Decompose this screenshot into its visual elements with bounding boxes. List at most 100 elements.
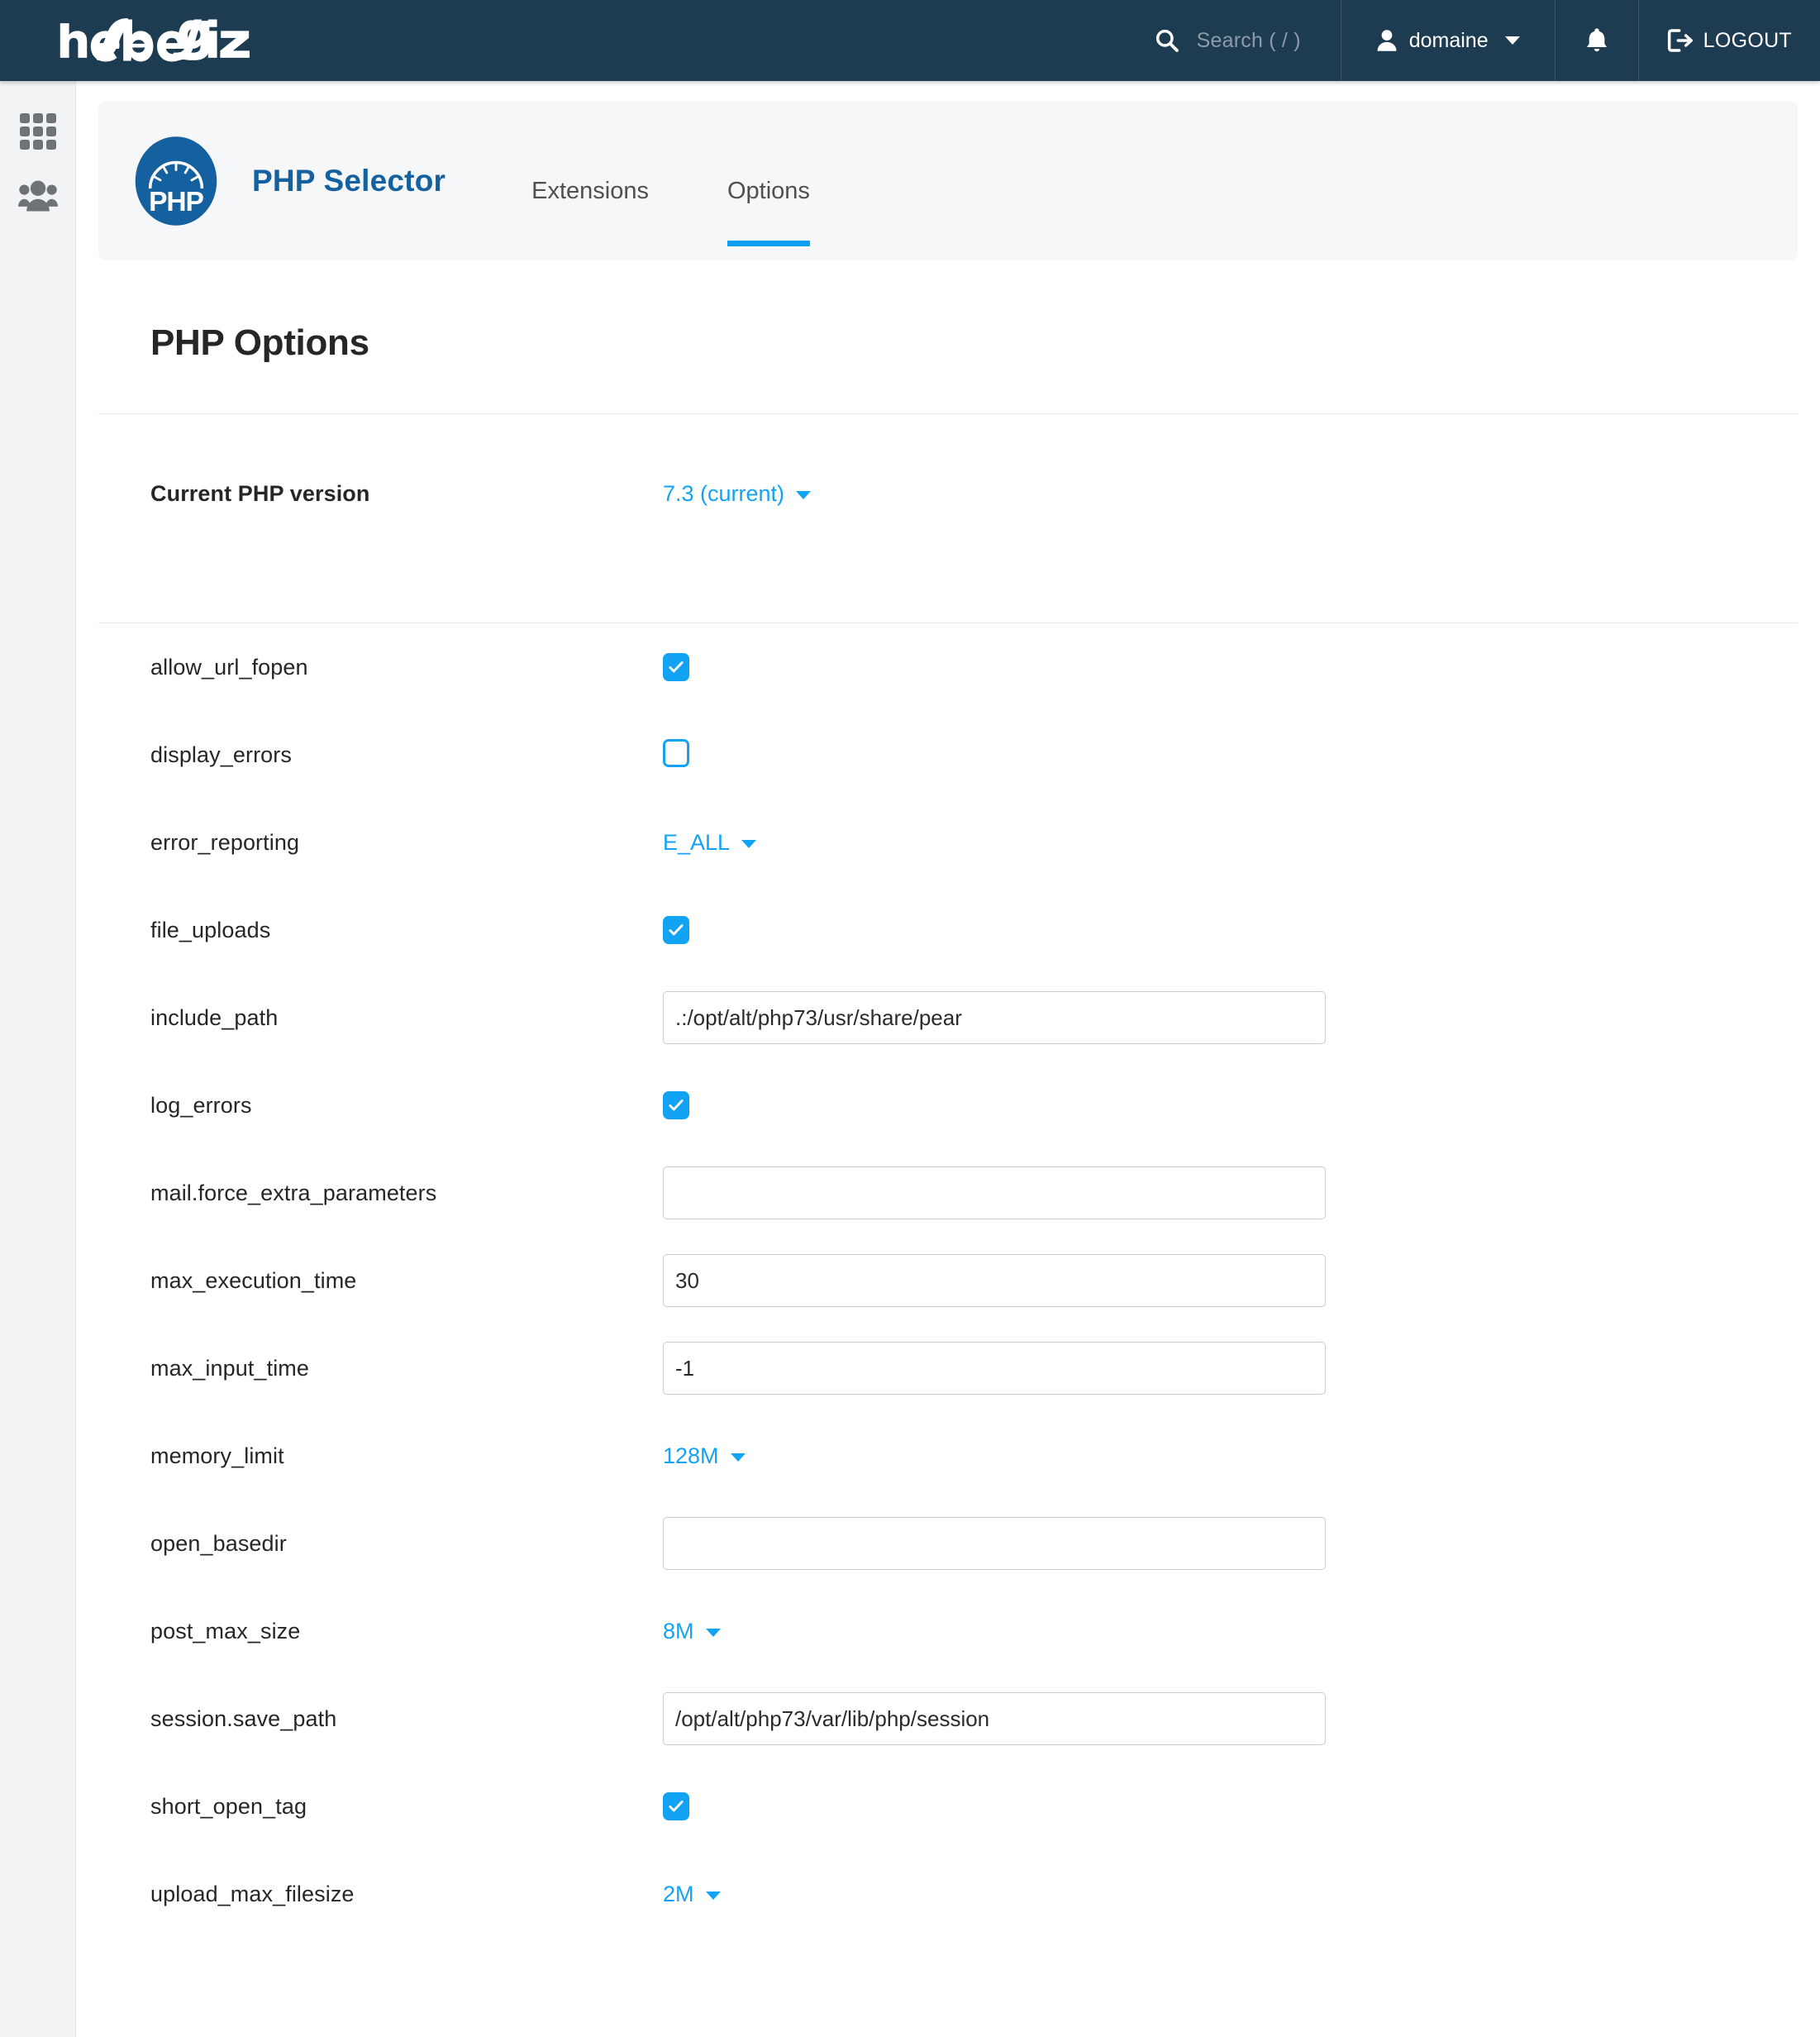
option-text-input[interactable] [663,1166,1326,1219]
option-row: file_uploads [98,886,1798,974]
option-value [663,653,1798,681]
option-select[interactable]: E_ALL [663,829,757,856]
option-row: max_execution_time [98,1237,1798,1324]
check-icon [669,924,684,936]
option-checkbox[interactable] [663,653,689,681]
tab-options[interactable]: Options [727,178,810,255]
option-checkbox[interactable] [663,738,689,767]
app-title: PHP Selector [252,163,446,198]
option-label: max_execution_time [150,1267,357,1293]
option-value: 2M [663,1882,1798,1907]
option-checkbox[interactable] [663,1792,689,1820]
app-tabs: Extensions Options [531,134,889,260]
chevron-down-icon [705,1892,721,1900]
app-header-card: PHP PHP Selector Extensions Options [98,101,1798,260]
option-select[interactable]: 128M [663,1443,746,1469]
option-select-value: E_ALL [663,829,731,855]
option-row: session.save_path [98,1675,1798,1763]
svg-text:PHP: PHP [149,186,203,217]
option-label: log_errors [150,1092,252,1118]
option-label: mail.force_extra_parameters [150,1180,437,1205]
option-select-value: 128M [663,1443,719,1468]
bell-icon [1586,28,1607,52]
option-row: error_reporting E_ALL [98,799,1798,886]
option-row: open_basedir [98,1500,1798,1587]
option-value: 8M [663,1619,1798,1644]
option-select-value: 8M [663,1618,694,1643]
option-value [663,1342,1798,1395]
left-sidebar [0,81,76,2037]
option-label: include_path [150,1004,279,1030]
php-options-list: allow_url_fopen display_errors error_repor… [98,623,1798,2037]
chevron-down-icon [741,840,757,848]
chevron-down-icon [796,491,812,499]
php-version-select[interactable]: 7.3 (current) [663,480,812,507]
option-text-input[interactable] [663,1342,1326,1395]
option-label: open_basedir [150,1530,287,1556]
chevron-down-icon [705,1629,721,1637]
chevron-down-icon [1504,36,1520,45]
option-text-input[interactable] [663,1254,1326,1307]
option-label: allow_url_fopen [150,654,308,680]
sidebar-item-users[interactable] [0,164,75,228]
notifications-button[interactable] [1554,0,1638,81]
check-icon [669,661,684,673]
search-placeholder-text: Search ( / ) [1196,28,1301,52]
option-checkbox[interactable] [663,1091,689,1119]
option-label: max_input_time [150,1355,309,1381]
current-php-version-value: 7.3 (current) [663,481,1798,507]
option-value [663,1091,1798,1119]
option-row: display_errors [98,711,1798,799]
current-php-version-row: Current PHP version 7.3 (current) [98,414,1798,573]
option-value: 128M [663,1443,1798,1469]
option-row: include_path [98,974,1798,1061]
option-row: post_max_size 8M [98,1587,1798,1675]
options-panel: PHP Options Current PHP version 7.3 (cur… [98,322,1798,2037]
check-icon [669,1100,684,1111]
users-icon [17,180,58,212]
option-label: post_max_size [150,1618,301,1643]
logout-label: LOGOUT [1703,28,1792,52]
option-value [663,1254,1798,1307]
top-navigation-bar: Search ( / ) domaine LOGOUT [0,0,1820,81]
check-icon [669,1801,684,1812]
option-label: error_reporting [150,829,300,855]
option-checkbox[interactable] [663,916,689,944]
php-version-value-text: 7.3 (current) [663,480,785,506]
option-row: mail.force_extra_parameters [98,1149,1798,1237]
sidebar-item-apps[interactable] [0,99,75,164]
option-text-input[interactable] [663,991,1326,1044]
logout-button[interactable]: LOGOUT [1637,0,1820,81]
user-icon [1377,30,1397,51]
option-label: short_open_tag [150,1793,307,1819]
option-value [663,1517,1798,1570]
option-row: max_input_time [98,1324,1798,1412]
grid-icon [19,113,56,150]
option-select-value: 2M [663,1881,694,1906]
tab-extensions[interactable]: Extensions [531,178,649,255]
page-title: PHP Options [150,322,369,363]
php-logo-icon: PHP [135,136,217,226]
option-select[interactable]: 2M [663,1882,721,1907]
option-label: session.save_path [150,1705,337,1731]
option-select[interactable]: 8M [663,1619,721,1644]
option-text-input[interactable] [663,1692,1326,1745]
user-name-label: domaine [1408,28,1489,52]
chevron-down-icon [730,1453,746,1462]
current-php-version-label: Current PHP version [150,480,370,506]
option-label: display_errors [150,742,292,767]
option-value [663,991,1798,1044]
option-row: allow_url_fopen [98,623,1798,711]
search-input[interactable]: Search ( / ) [1129,0,1341,81]
option-value [663,916,1798,944]
brand-logo[interactable] [0,0,324,81]
user-menu-button[interactable]: domaine [1340,0,1555,81]
option-label: memory_limit [150,1443,284,1468]
option-row: short_open_tag [98,1763,1798,1850]
search-icon [1155,29,1179,52]
option-value: E_ALL [663,830,1798,856]
option-label: upload_max_filesize [150,1881,355,1906]
option-text-input[interactable] [663,1517,1326,1570]
main-content: PHP PHP Selector Extensions Options PHP … [76,81,1820,2037]
